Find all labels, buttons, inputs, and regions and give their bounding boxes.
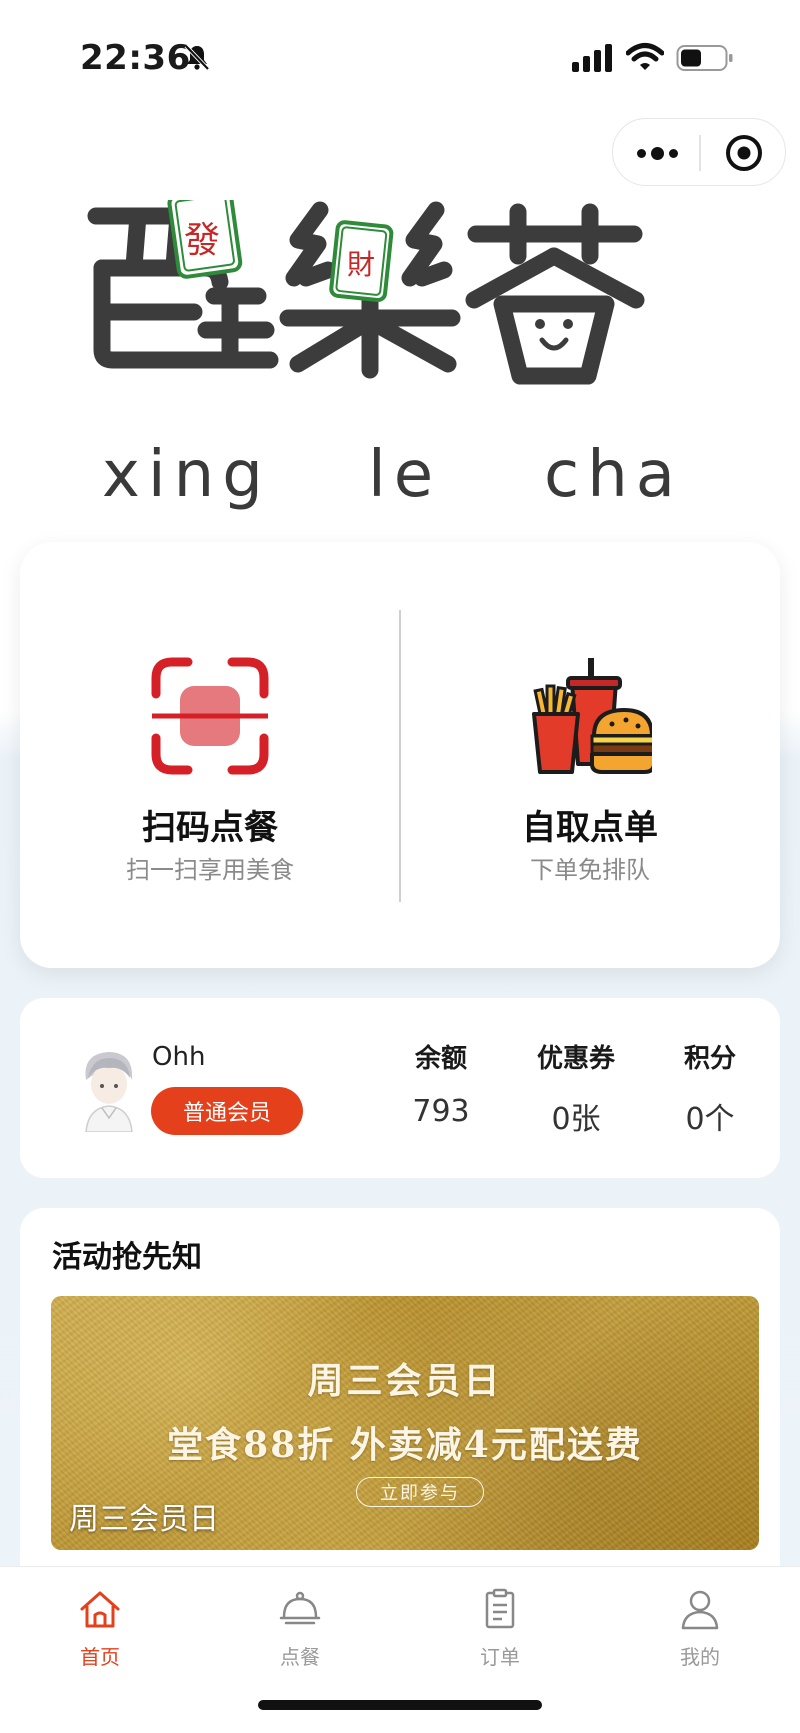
pickup-order-subtitle: 下单免排队 <box>530 856 650 884</box>
logo-latin-xing: xing <box>102 438 271 512</box>
balance-value: 793 <box>412 1094 470 1129</box>
avatar[interactable] <box>72 1044 146 1132</box>
coupon-label: 优惠券 <box>536 1044 615 1074</box>
home-icon <box>80 1591 120 1628</box>
tab-profile-label: 我的 <box>680 1645 720 1669</box>
logo-latin-le: le <box>368 438 442 512</box>
banner-caption: 周三会员日 <box>69 1502 219 1537</box>
status-bar: 22:36 <box>0 0 800 110</box>
tab-order-food-label: 点餐 <box>280 1645 320 1669</box>
tab-home-label: 首页 <box>80 1645 120 1669</box>
fast-food-icon <box>532 658 652 774</box>
mini-program-capsule <box>612 118 786 186</box>
signal-icon <box>572 44 612 72</box>
cloche-icon <box>279 1591 321 1625</box>
scan-order-subtitle: 扫一扫享用美食 <box>126 856 294 884</box>
tab-home[interactable]: 首页 <box>40 1581 160 1671</box>
scan-order-option[interactable]: 扫码点餐 扫一扫享用美食 <box>20 542 400 968</box>
logo-latin-cha: cha <box>544 438 683 512</box>
bell-slash-icon <box>184 44 210 71</box>
points-label: 积分 <box>683 1044 736 1074</box>
member-level-badge[interactable]: 普通会员 <box>151 1087 303 1135</box>
capsule-divider <box>699 135 701 171</box>
order-card: 扫码点餐 扫一扫享用美食 自取点单 下单免排队 <box>20 542 780 968</box>
promo-banner[interactable]: 周三会员日 堂食88折 外卖减4元配送费 立即参与 周三会员日 <box>51 1296 759 1550</box>
coupon-value: 0张 <box>551 1102 601 1137</box>
banner-headline: 周三会员日 <box>307 1360 503 1402</box>
more-icon[interactable] <box>633 131 681 175</box>
home-indicator <box>258 1700 542 1710</box>
points-value: 0个 <box>685 1102 735 1137</box>
scan-icon <box>151 657 269 775</box>
balance-label: 余额 <box>414 1044 467 1074</box>
activity-title: 活动抢先知 <box>52 1240 202 1275</box>
scan-order-title: 扫码点餐 <box>142 808 278 848</box>
battery-icon <box>676 45 733 71</box>
balance-stat[interactable]: 余额 793 <box>371 1038 511 1129</box>
member-card: Ohh 普通会员 余额 793 优惠券 0张 积分 0个 <box>20 998 780 1178</box>
join-now-button[interactable]: 立即参与 <box>356 1477 484 1507</box>
coupon-stat[interactable]: 优惠券 0张 <box>506 1038 646 1138</box>
banner-offer: 堂食88折 外卖减4元配送费 <box>167 1424 643 1466</box>
tab-profile[interactable]: 我的 <box>640 1581 760 1671</box>
pickup-order-option[interactable]: 自取点单 下单免排队 <box>400 542 780 968</box>
status-time: 22:36 <box>80 38 191 78</box>
wifi-icon <box>626 43 664 70</box>
points-stat[interactable]: 积分 0个 <box>640 1038 780 1138</box>
user-icon <box>681 1590 719 1630</box>
tab-orders-label: 订单 <box>480 1645 520 1669</box>
order-list-icon <box>485 1588 515 1629</box>
pickup-order-title: 自取点单 <box>522 808 658 848</box>
tile-mark-fa: 發 <box>184 220 220 261</box>
user-name: Ohh <box>152 1042 206 1072</box>
tab-orders[interactable]: 订单 <box>440 1581 560 1671</box>
activity-card: 活动抢先知 周三会员日 堂食88折 外卖减4元配送费 立即参与 周三会员日 <box>20 1208 780 1568</box>
close-target-icon[interactable] <box>721 131 767 175</box>
tile-mark-cai: 財 <box>347 248 375 281</box>
tab-order-food[interactable]: 点餐 <box>240 1581 360 1671</box>
